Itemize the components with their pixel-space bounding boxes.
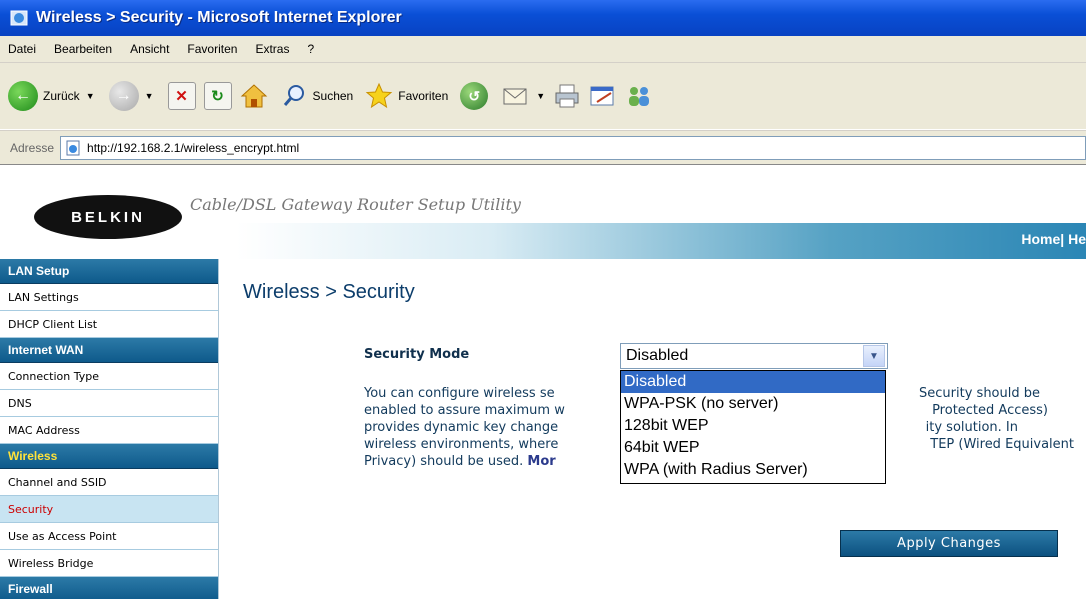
- history-button[interactable]: ↺: [460, 82, 489, 110]
- home-icon: [240, 84, 267, 108]
- security-mode-select[interactable]: Disabled ▼: [620, 343, 888, 369]
- refresh-icon: ↻: [203, 82, 232, 110]
- description-right: TEP (Wired Equivalent: [930, 437, 1074, 452]
- forward-button[interactable]: → ▼: [108, 81, 154, 111]
- belkin-logo: BELKIN: [34, 195, 182, 239]
- sidebar-item-wireless-bridge[interactable]: Wireless Bridge: [0, 550, 218, 577]
- option-128bit-wep[interactable]: 128bit WEP: [621, 415, 885, 437]
- search-icon: [283, 85, 304, 106]
- edit-button[interactable]: [589, 84, 617, 108]
- menu-ansicht[interactable]: Ansicht: [130, 42, 169, 56]
- address-bar: Adresse http://192.168.2.1/wireless_encr…: [0, 130, 1086, 165]
- option-disabled[interactable]: Disabled: [621, 371, 885, 393]
- sidebar-section-lan-setup[interactable]: LAN Setup: [0, 259, 218, 284]
- home-button[interactable]: [240, 82, 268, 110]
- messenger-icon: [629, 87, 650, 106]
- address-label: Adresse: [10, 141, 55, 155]
- address-url: http://192.168.2.1/wireless_encrypt.html: [87, 141, 300, 155]
- sidebar-item-channel-ssid[interactable]: Channel and SSID: [0, 469, 218, 496]
- more-link[interactable]: Mor: [527, 454, 555, 469]
- sidebar-section-wireless[interactable]: Wireless: [0, 444, 218, 469]
- mail-icon: [503, 88, 527, 105]
- browser-toolbar: ← Zurück ▼ → ▼ ✕ ↻ Suchen Favoriten ↺ ▼: [0, 63, 1086, 129]
- description-left: provides dynamic key change: [364, 420, 559, 435]
- internet-explorer-icon: [10, 10, 28, 26]
- security-mode-value: Disabled: [626, 347, 689, 364]
- description-left: Privacy) should be used.: [364, 454, 528, 469]
- menu-bearbeiten[interactable]: Bearbeiten: [54, 42, 112, 56]
- option-wpa-radius[interactable]: WPA (with Radius Server): [621, 459, 885, 481]
- option-wpa-psk[interactable]: WPA-PSK (no server): [621, 393, 885, 415]
- menu-help[interactable]: ?: [307, 42, 314, 56]
- search-label: Suchen: [312, 89, 354, 103]
- description-left: wireless environments, where: [364, 437, 559, 452]
- address-input[interactable]: http://192.168.2.1/wireless_encrypt.html: [60, 136, 1086, 160]
- history-icon: ↺: [460, 82, 489, 110]
- window-title: Wireless > Security - Microsoft Internet…: [36, 9, 402, 26]
- description-left: enabled to assure maximum w: [364, 403, 565, 418]
- stop-icon: ✕: [167, 82, 196, 110]
- sidebar-item-security[interactable]: Security: [0, 496, 218, 523]
- chevron-down-icon: ▼: [536, 91, 546, 101]
- stop-button[interactable]: ✕: [167, 82, 196, 110]
- mail-button[interactable]: ▼: [502, 84, 545, 108]
- home-help-links[interactable]: Home| He: [1021, 231, 1086, 247]
- security-mode-label: Security Mode: [364, 347, 470, 362]
- sidebar-item-connection-type[interactable]: Connection Type: [0, 363, 218, 390]
- description-right: Protected Access): [927, 403, 1048, 418]
- main-content: Wireless > Security Security Mode Disabl…: [219, 259, 1086, 599]
- description-right: ity solution. In: [925, 420, 1018, 435]
- window-titlebar: Wireless > Security - Microsoft Internet…: [0, 0, 1086, 36]
- description-left: You can configure wireless se: [364, 386, 555, 401]
- page-icon: [66, 140, 80, 156]
- menu-datei[interactable]: Datei: [8, 42, 36, 56]
- search-button[interactable]: Suchen: [282, 83, 354, 109]
- menu-extras[interactable]: Extras: [255, 42, 289, 56]
- favorites-button[interactable]: Favoriten: [365, 82, 448, 110]
- print-button[interactable]: [553, 83, 581, 109]
- printer-icon: [555, 84, 579, 108]
- sidebar-item-access-point[interactable]: Use as Access Point: [0, 523, 218, 550]
- sidebar-item-dns[interactable]: DNS: [0, 390, 218, 417]
- sidebar: LAN Setup LAN Settings DHCP Client List …: [0, 259, 219, 599]
- edit-icon: [590, 86, 614, 106]
- menu-favoriten[interactable]: Favoriten: [187, 42, 237, 56]
- router-header: BELKIN Cable/DSL Gateway Router Setup Ut…: [0, 164, 1086, 260]
- sidebar-item-lan-settings[interactable]: LAN Settings: [0, 284, 218, 311]
- apply-changes-button[interactable]: Apply Changes: [840, 530, 1058, 557]
- page-title: Wireless > Security: [243, 281, 415, 303]
- sidebar-section-firewall[interactable]: Firewall: [0, 577, 218, 599]
- menu-bar: Datei Bearbeiten Ansicht Favoriten Extra…: [0, 36, 1086, 63]
- header-bar: Home| He: [236, 223, 1086, 259]
- option-64bit-wep[interactable]: 64bit WEP: [621, 437, 885, 459]
- back-arrow-icon: ←: [8, 81, 38, 111]
- star-icon: [365, 82, 393, 109]
- sidebar-section-internet-wan[interactable]: Internet WAN: [0, 338, 218, 363]
- utility-title: Cable/DSL Gateway Router Setup Utility: [190, 195, 521, 214]
- sidebar-item-dhcp-client-list[interactable]: DHCP Client List: [0, 311, 218, 338]
- security-mode-options: Disabled WPA-PSK (no server) 128bit WEP …: [620, 370, 886, 484]
- chevron-down-icon[interactable]: ▼: [863, 345, 885, 367]
- forward-arrow-icon: →: [108, 81, 139, 111]
- back-button[interactable]: ← Zurück ▼: [8, 81, 95, 111]
- favorites-label: Favoriten: [398, 89, 449, 103]
- back-label: Zurück: [43, 89, 80, 103]
- chevron-down-icon: ▼: [144, 91, 154, 101]
- refresh-button[interactable]: ↻: [203, 82, 232, 110]
- logo-text: BELKIN: [71, 208, 145, 226]
- sidebar-item-mac-address[interactable]: MAC Address: [0, 417, 218, 444]
- chevron-down-icon: ▼: [85, 91, 95, 101]
- description-right: Security should be: [919, 386, 1040, 401]
- messenger-button[interactable]: [625, 83, 653, 109]
